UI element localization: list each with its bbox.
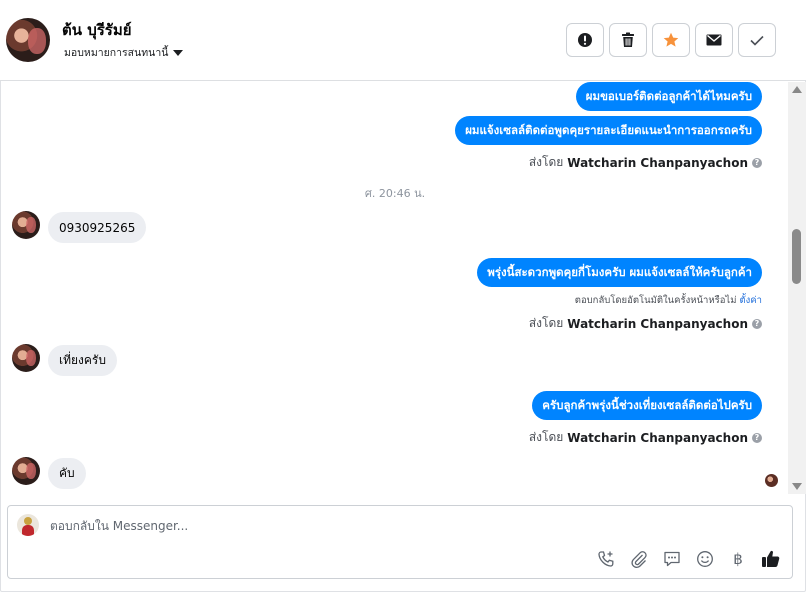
emoji-button[interactable] [694, 548, 716, 570]
sent-by-name: Watcharin Chanpanyachon [567, 316, 748, 331]
baht-icon: ฿ [733, 550, 743, 568]
message-outgoing[interactable]: ผมแจ้งเซลล์ติดต่อพูดคุยรายละเอียดแนะนำกา… [455, 116, 762, 145]
assign-label: มอบหมายการสนทนานี้ [64, 47, 169, 59]
sent-by-label: ส่งโดย Watcharin Chanpanyachon ? [529, 428, 762, 447]
alert-icon [578, 33, 592, 47]
phone-add-icon [598, 551, 614, 567]
help-icon[interactable]: ? [752, 157, 762, 168]
help-icon[interactable]: ? [752, 432, 762, 443]
scrollbar[interactable] [788, 82, 806, 494]
contact-avatar-small[interactable] [12, 344, 40, 372]
contact-name[interactable]: ต้น บุรีรัมย์ [62, 18, 132, 42]
sent-by-prefix: ส่งโดย [528, 155, 564, 169]
payment-button[interactable]: ฿ [727, 548, 749, 570]
message-outgoing[interactable]: พรุ่งนี้สะดวกพูดคุยกี่โมงครับ ผมแจ้งเซลล… [477, 258, 762, 287]
thumbs-up-icon [762, 550, 780, 567]
chat-bubble-icon [664, 551, 680, 567]
sent-by-prefix: ส่งโดย [528, 316, 564, 330]
message-incoming[interactable]: เที่ยงครับ [48, 345, 117, 376]
conversation-header: ต้น บุรีรัมย์ มอบหมายการสนทนานี้ [0, 0, 806, 81]
time-separator: ศ. 20:46 น. [364, 187, 426, 200]
attach-button[interactable] [628, 548, 650, 570]
message-outgoing[interactable]: ครับลูกค้าพรุ่งนี้ช่วงเที่ยงเซลล์ติดต่อไ… [532, 391, 762, 420]
auto-reply-prompt: ตอบกลับโดยอัตโนมัติในครั้งหน้าหรือไม่ ตั… [575, 293, 762, 308]
scrollbar-thumb[interactable] [792, 229, 801, 284]
envelope-icon [706, 34, 722, 46]
assign-conversation-dropdown[interactable]: มอบหมายการสนทนานี้ [64, 44, 184, 61]
auto-reply-settings-link[interactable]: ตั้งค่า [740, 295, 763, 306]
sent-by-label: ส่งโดย Watcharin Chanpanyachon ? [529, 153, 762, 172]
mark-done-button[interactable] [738, 23, 776, 57]
sent-by-label: ส่งโดย Watcharin Chanpanyachon ? [529, 314, 762, 333]
reply-input[interactable] [50, 519, 650, 533]
caret-down-icon [173, 50, 184, 56]
auto-reply-text: ตอบกลับโดยอัตโนมัติในครั้งหน้าหรือไม่ [574, 295, 737, 306]
contact-avatar-small[interactable] [12, 211, 40, 239]
spam-button[interactable] [566, 23, 604, 57]
saved-replies-button[interactable] [661, 548, 683, 570]
emoji-icon [697, 551, 713, 567]
star-button[interactable] [652, 23, 690, 57]
composer-toolbar: ฿ [595, 548, 782, 570]
message-incoming[interactable]: คับ [48, 458, 86, 489]
mark-unread-button[interactable] [695, 23, 733, 57]
help-icon[interactable]: ? [752, 318, 762, 329]
scroll-down-arrow-icon[interactable] [792, 483, 802, 490]
check-icon [750, 35, 764, 46]
sent-by-prefix: ส่งโดย [528, 430, 564, 444]
scroll-up-arrow-icon[interactable] [792, 86, 802, 93]
contact-avatar-small[interactable] [12, 457, 40, 485]
call-button[interactable] [595, 548, 617, 570]
sent-by-name: Watcharin Chanpanyachon [567, 155, 748, 170]
contact-avatar[interactable] [6, 18, 50, 62]
trash-icon [622, 32, 634, 47]
header-actions [566, 23, 776, 57]
message-incoming[interactable]: 0930925265 [48, 212, 147, 243]
seen-receipt-avatar [765, 474, 778, 487]
paperclip-icon [631, 551, 647, 568]
message-outgoing[interactable]: ผมขอเบอร์ติดต่อลูกค้าได้ไหมครับ [575, 82, 762, 111]
delete-button[interactable] [609, 23, 647, 57]
sent-by-name: Watcharin Chanpanyachon [567, 430, 748, 445]
star-icon [663, 32, 679, 47]
page-avatar [17, 514, 39, 536]
message-composer: ฿ [7, 505, 793, 579]
like-button[interactable] [760, 548, 782, 570]
